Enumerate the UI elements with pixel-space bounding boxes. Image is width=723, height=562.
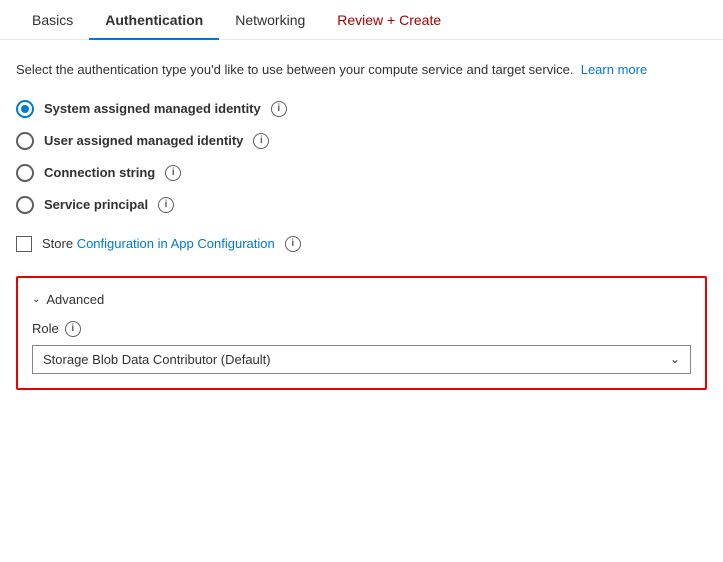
radio-label-connection-string: Connection string xyxy=(44,165,155,180)
role-label-row: Role i xyxy=(32,321,691,337)
radio-circle-system-assigned[interactable] xyxy=(16,100,34,118)
radio-circle-service-principal[interactable] xyxy=(16,196,34,214)
description-text: Select the authentication type you'd lik… xyxy=(16,60,696,80)
dropdown-arrow-icon: ⌄ xyxy=(670,352,680,366)
advanced-section: ⌄ Advanced Role i Storage Blob Data Cont… xyxy=(16,276,707,390)
info-icon-store-config[interactable]: i xyxy=(285,236,301,252)
auth-type-radio-group: System assigned managed identity i User … xyxy=(16,100,707,214)
advanced-title: Advanced xyxy=(46,292,104,307)
radio-circle-connection-string[interactable] xyxy=(16,164,34,182)
tab-navigation: Basics Authentication Networking Review … xyxy=(0,0,723,40)
info-icon-user-assigned[interactable]: i xyxy=(253,133,269,149)
radio-circle-user-assigned[interactable] xyxy=(16,132,34,150)
info-icon-service-principal[interactable]: i xyxy=(158,197,174,213)
radio-label-user-assigned: User assigned managed identity xyxy=(44,133,243,148)
tab-review-create[interactable]: Review + Create xyxy=(321,0,457,40)
learn-more-link[interactable]: Learn more xyxy=(581,62,647,77)
radio-label-system-assigned: System assigned managed identity xyxy=(44,101,261,116)
info-icon-connection-string[interactable]: i xyxy=(165,165,181,181)
tab-networking[interactable]: Networking xyxy=(219,0,321,40)
role-dropdown[interactable]: Storage Blob Data Contributor (Default) … xyxy=(32,345,691,374)
tab-basics[interactable]: Basics xyxy=(16,0,89,40)
checkbox-label-prefix: Store xyxy=(42,236,77,251)
radio-connection-string[interactable]: Connection string i xyxy=(16,164,707,182)
store-config-checkbox[interactable] xyxy=(16,236,32,252)
chevron-down-icon: ⌄ xyxy=(32,294,40,305)
radio-system-assigned[interactable]: System assigned managed identity i xyxy=(16,100,707,118)
main-content: Select the authentication type you'd lik… xyxy=(0,40,723,410)
checkbox-link-text: Configuration in App Configuration xyxy=(77,236,275,251)
role-dropdown-value: Storage Blob Data Contributor (Default) xyxy=(43,352,271,367)
info-icon-role[interactable]: i xyxy=(65,321,81,337)
store-config-checkbox-row[interactable]: Store Configuration in App Configuration… xyxy=(16,236,707,252)
tab-authentication[interactable]: Authentication xyxy=(89,0,219,40)
store-config-label: Store Configuration in App Configuration xyxy=(42,236,275,251)
radio-label-service-principal: Service principal xyxy=(44,197,148,212)
info-icon-system-assigned[interactable]: i xyxy=(271,101,287,117)
role-label-text: Role xyxy=(32,321,59,336)
radio-service-principal[interactable]: Service principal i xyxy=(16,196,707,214)
advanced-header[interactable]: ⌄ Advanced xyxy=(32,292,691,307)
radio-user-assigned[interactable]: User assigned managed identity i xyxy=(16,132,707,150)
description-main: Select the authentication type you'd lik… xyxy=(16,62,573,77)
